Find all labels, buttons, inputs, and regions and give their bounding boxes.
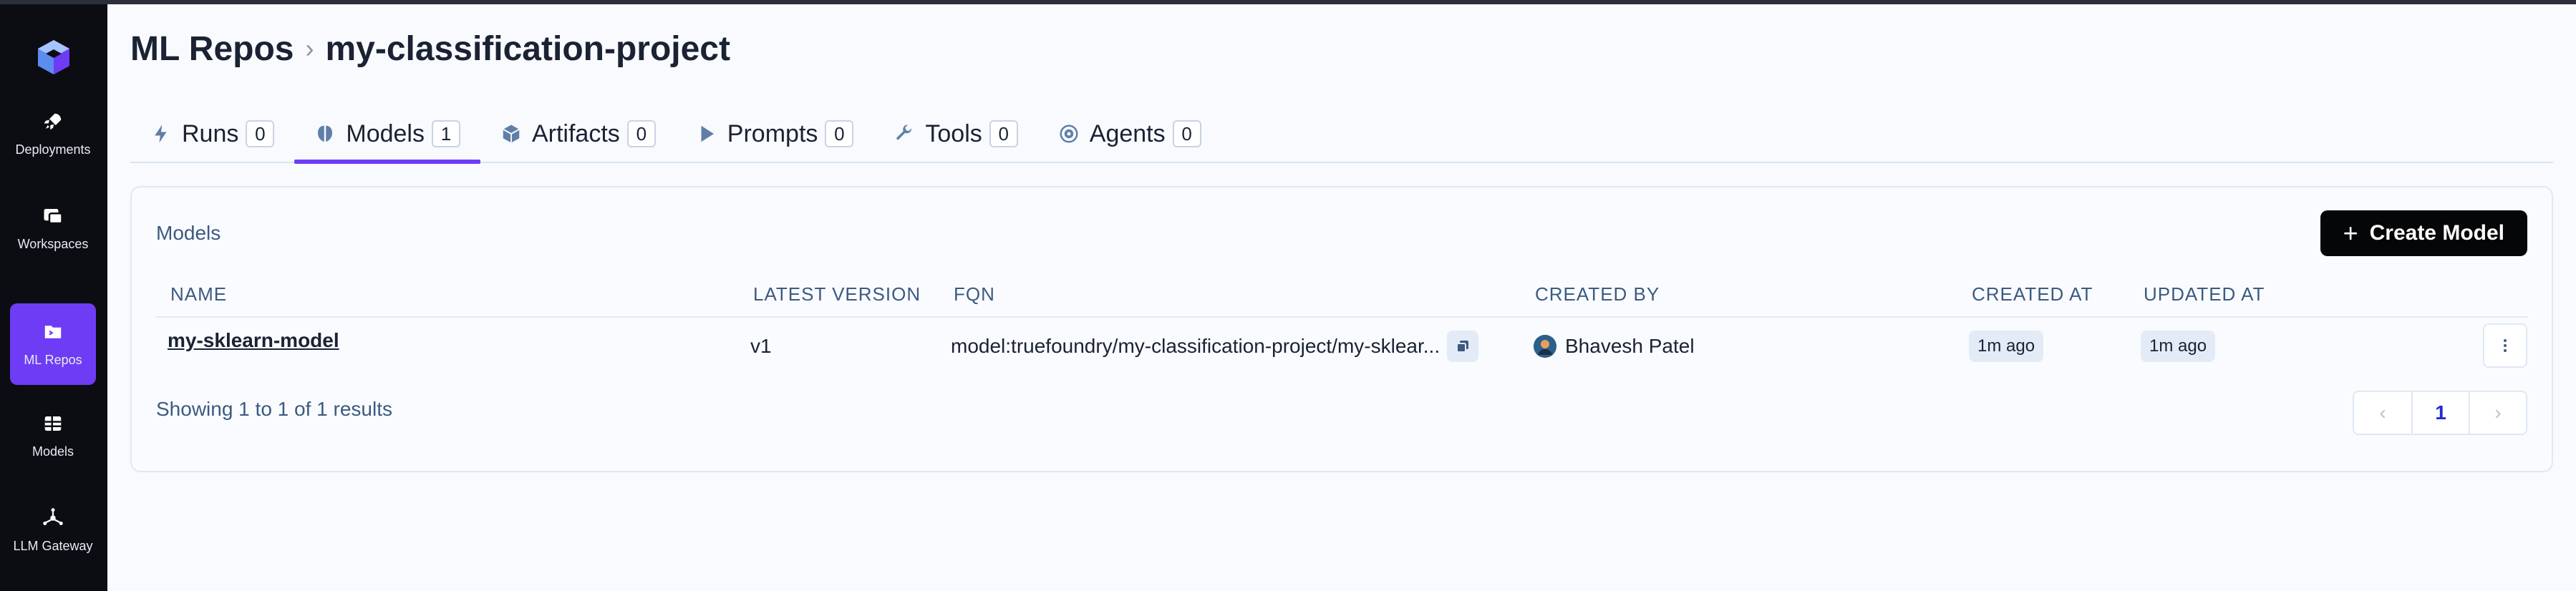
tab-runs[interactable]: Runs 0 <box>130 105 294 162</box>
page-title: my-classification-project <box>325 29 730 68</box>
app-logo-icon[interactable] <box>35 39 72 76</box>
tab-label: Agents <box>1089 119 1166 147</box>
updated-at-badge: 1m ago <box>2141 331 2216 362</box>
agent-icon <box>1058 123 1080 145</box>
prev-page-button[interactable]: ‹ <box>2354 392 2411 434</box>
row-actions-button[interactable] <box>2483 323 2527 368</box>
tab-count-badge: 0 <box>246 120 275 147</box>
tab-bar: Runs 0 Models 1 Artifacts 0 Prompts 0 To… <box>130 105 2553 164</box>
tab-count-badge: 0 <box>626 120 656 147</box>
tab-artifacts[interactable]: Artifacts 0 <box>480 105 676 162</box>
next-page-button[interactable]: › <box>2469 392 2526 434</box>
avatar <box>1534 335 1556 358</box>
page-button-current[interactable]: 1 <box>2411 392 2469 434</box>
sidebar-item-label: Models <box>32 444 74 459</box>
cube-icon <box>500 123 522 145</box>
sidebar-item-label: LLM Gateway <box>13 538 93 553</box>
rocket-icon <box>44 113 62 130</box>
create-model-button[interactable]: + Create Model <box>2320 210 2527 256</box>
tab-label: Runs <box>182 119 239 147</box>
sidebar-item-deployments[interactable]: Deployments <box>10 93 96 175</box>
sidebar-item-ml-repos[interactable]: ML Repos <box>10 303 96 385</box>
kebab-menu-icon <box>2504 339 2507 352</box>
create-model-label: Create Model <box>2369 221 2504 245</box>
sidebar-item-llm-gateway[interactable]: LLM Gateway <box>10 489 96 571</box>
table-row[interactable]: my-sklearn-model v1 model:truefoundry/my… <box>156 318 2527 375</box>
tab-count-badge: 0 <box>989 120 1018 147</box>
tab-agents[interactable]: Agents 0 <box>1038 105 1221 162</box>
tab-count-badge: 0 <box>825 120 854 147</box>
copy-icon <box>1456 341 1469 353</box>
tab-label: Prompts <box>727 119 818 147</box>
breadcrumb-root-link[interactable]: ML Repos <box>130 29 294 69</box>
workspaces-icon <box>44 208 63 224</box>
tab-label: Artifacts <box>531 119 620 147</box>
tab-label: Tools <box>925 119 982 147</box>
created-at-badge: 1m ago <box>1969 331 2044 362</box>
results-summary: Showing 1 to 1 of 1 results <box>156 398 392 420</box>
sidebar-item-workspaces[interactable]: Workspaces <box>10 187 96 269</box>
gateway-icon <box>43 507 63 525</box>
sidebar: Deployments Workspaces ML Repos Models L… <box>0 4 107 591</box>
copy-fqn-button[interactable] <box>1447 331 1479 362</box>
column-header-updated-at: UPDATED AT <box>2144 283 2265 305</box>
sidebar-item-label: ML Repos <box>24 352 82 367</box>
play-icon <box>696 123 717 145</box>
tab-count-badge: 1 <box>431 120 460 147</box>
brain-icon <box>314 123 336 145</box>
latest-version: v1 <box>750 335 772 357</box>
column-header-latest-version: LATEST VERSION <box>753 283 921 305</box>
created-by: Bhavesh Patel <box>1565 335 1695 357</box>
wrench-icon <box>894 123 915 145</box>
column-header-created-by: CREATED BY <box>1535 283 1660 305</box>
column-header-created-at: CREATED AT <box>1972 283 2093 305</box>
sidebar-item-models[interactable]: Models <box>10 395 96 477</box>
tab-count-badge: 0 <box>1172 120 1201 147</box>
top-border <box>0 0 2576 4</box>
column-header-fqn: FQN <box>954 283 995 305</box>
tab-prompts[interactable]: Prompts 0 <box>676 105 874 162</box>
card-title: Models <box>156 222 221 244</box>
sidebar-item-label: Deployments <box>15 142 91 157</box>
folder-icon <box>44 325 62 338</box>
models-card: Models + Create Model NAME LATEST VERSIO… <box>130 186 2553 472</box>
tab-tools[interactable]: Tools 0 <box>873 105 1037 162</box>
tab-label: Models <box>346 119 425 147</box>
pagination: ‹ 1 › <box>2353 391 2527 435</box>
grid-icon <box>44 416 62 431</box>
sidebar-item-label: Workspaces <box>17 236 89 251</box>
column-header-name: NAME <box>170 283 228 305</box>
breadcrumb-separator: › <box>305 34 314 63</box>
model-name-link[interactable]: my-sklearn-model <box>168 329 339 352</box>
tab-models[interactable]: Models 1 <box>294 105 480 164</box>
plus-icon: + <box>2343 218 2358 248</box>
breadcrumb: ML Repos › my-classification-project <box>130 26 730 72</box>
bolt-icon <box>150 123 172 145</box>
model-fqn: model:truefoundry/my-classification-proj… <box>951 335 1440 357</box>
